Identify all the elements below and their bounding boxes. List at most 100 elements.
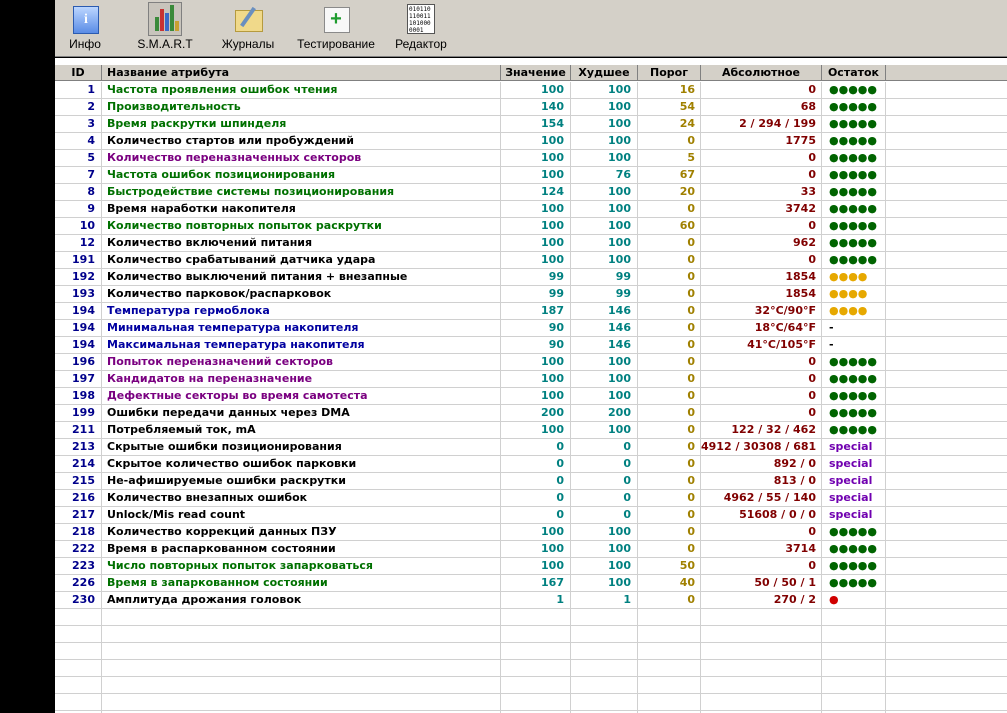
attribute-value: 100 <box>501 82 571 98</box>
attribute-raw: 122 / 32 / 462 <box>701 422 822 438</box>
attribute-threshold: 0 <box>638 303 701 319</box>
attribute-threshold: 50 <box>638 558 701 574</box>
column-header-raw[interactable]: Абсолютное <box>701 65 822 81</box>
column-header-name[interactable]: Название атрибута <box>102 65 501 81</box>
table-row[interactable]: 7 Частота ошибок позиционирования 100 76 67 0… <box>55 167 1007 184</box>
table-row[interactable]: 223 Число повторных попыток запарковаться… <box>55 558 1007 575</box>
attribute-id: 226 <box>55 575 102 591</box>
attribute-worst: 100 <box>571 575 638 591</box>
attribute-threshold: 16 <box>638 82 701 98</box>
attribute-worst: 1 <box>571 592 638 608</box>
table-row[interactable]: 193 Количество парковок/распарковок 99 99 0 1… <box>55 286 1007 303</box>
attribute-raw: 0 <box>701 371 822 387</box>
table-row[interactable]: 192 Количество выключений питания + внеза… <box>55 269 1007 286</box>
column-header-worst[interactable]: Худшее <box>571 65 638 81</box>
attribute-id: 199 <box>55 405 102 421</box>
table-row[interactable]: 191 Количество срабатываний датчика удара… <box>55 252 1007 269</box>
attribute-id: 193 <box>55 286 102 302</box>
row-filler <box>886 269 1007 285</box>
attribute-raw: 0 <box>701 405 822 421</box>
table-row[interactable]: 211 Потребляемый ток, mA 100 100 0 122 / 32 /… <box>55 422 1007 439</box>
attribute-remainder: ●●●●● <box>822 235 886 251</box>
attribute-name: Быстродействие системы позиционирования <box>102 184 501 200</box>
row-filler <box>886 116 1007 132</box>
table-row[interactable]: 4 Количество стартов или пробуждений 100 10… <box>55 133 1007 150</box>
attribute-name: Количество повторных попыток раскрутки <box>102 218 501 234</box>
table-row[interactable]: 222 Время в распаркованном состоянии 100 10… <box>55 541 1007 558</box>
testing-button-label: Тестирование <box>297 37 375 51</box>
table-row[interactable]: 5 Количество переназначенных секторов 100 1… <box>55 150 1007 167</box>
row-filler <box>886 354 1007 370</box>
table-row[interactable]: 213 Скрытые ошибки позиционирования 0 0 0 491… <box>55 439 1007 456</box>
column-header-threshold[interactable]: Порог <box>638 65 701 81</box>
table-row[interactable]: 196 Попыток переназначений секторов 100 100… <box>55 354 1007 371</box>
table-row[interactable]: 194 Минимальная температура накопителя 90 1… <box>55 320 1007 337</box>
attribute-raw: 3714 <box>701 541 822 557</box>
row-filler <box>886 99 1007 115</box>
info-button[interactable]: i Инфо <box>67 2 103 54</box>
table-row[interactable]: 199 Ошибки передачи данных через DMA 200 20… <box>55 405 1007 422</box>
table-row[interactable]: 3 Время раскрутки шпинделя 154 100 24 2 / 294… <box>55 116 1007 133</box>
attribute-value: 167 <box>501 575 571 591</box>
row-filler <box>886 133 1007 149</box>
editor-button[interactable]: 010110 110011 101000 0001 Редактор <box>392 2 450 54</box>
attribute-id: 8 <box>55 184 102 200</box>
table-row[interactable]: 1 Частота проявления ошибок чтения 100 100 1… <box>55 82 1007 99</box>
column-header-value[interactable]: Значение <box>501 65 571 81</box>
table-row[interactable]: 214 Скрытое количество ошибок парковки 0 0 0… <box>55 456 1007 473</box>
table-row[interactable]: 230 Амплитуда дрожания головок 1 1 0 270 / 2 ● <box>55 592 1007 609</box>
row-filler <box>886 456 1007 472</box>
attribute-value: 100 <box>501 218 571 234</box>
table-row[interactable]: 226 Время в запаркованном состоянии 167 100… <box>55 575 1007 592</box>
attribute-id: 215 <box>55 473 102 489</box>
table-row[interactable]: 194 Максимальная температура накопителя 90… <box>55 337 1007 354</box>
attribute-name: Скрытые ошибки позиционирования <box>102 439 501 455</box>
attribute-name: Максимальная температура накопителя <box>102 337 501 353</box>
row-filler <box>886 82 1007 98</box>
attribute-threshold: 0 <box>638 473 701 489</box>
table-row[interactable]: 218 Количество коррекций данных ПЗУ 100 100… <box>55 524 1007 541</box>
attribute-threshold: 40 <box>638 575 701 591</box>
attribute-name: Время в распаркованном состоянии <box>102 541 501 557</box>
table-row[interactable]: 194 Температура гермоблока 187 146 0 32°C/90°… <box>55 303 1007 320</box>
attribute-worst: 0 <box>571 473 638 489</box>
table-row[interactable]: 215 Не-афишируемые ошибки раскрутки 0 0 0 813… <box>55 473 1007 490</box>
table-row[interactable]: 10 Количество повторных попыток раскрутки… <box>55 218 1007 235</box>
table-row[interactable]: 197 Кандидатов на переназначение 100 100 0 0 ●… <box>55 371 1007 388</box>
attribute-name: Кандидатов на переназначение <box>102 371 501 387</box>
attribute-name: Unlock/Mis read count <box>102 507 501 523</box>
attribute-name: Скрытое количество ошибок парковки <box>102 456 501 472</box>
info-button-label: Инфо <box>69 37 101 51</box>
smart-button[interactable]: S.M.A.R.T <box>135 2 195 54</box>
journals-button[interactable]: Журналы <box>220 2 276 54</box>
table-row[interactable]: 2 Производительность 140 100 54 68 ●●●●● <box>55 99 1007 116</box>
attribute-raw: 1775 <box>701 133 822 149</box>
attribute-remainder: ●●●●● <box>822 82 886 98</box>
editor-button-label: Редактор <box>395 37 447 51</box>
table-row[interactable]: 216 Количество внезапных ошибок 0 0 0 4962 / … <box>55 490 1007 507</box>
attribute-id: 12 <box>55 235 102 251</box>
attribute-name: Не-афишируемые ошибки раскрутки <box>102 473 501 489</box>
attribute-raw: 1854 <box>701 269 822 285</box>
column-header-id[interactable]: ID <box>55 65 102 81</box>
attribute-id: 194 <box>55 303 102 319</box>
column-header-remainder[interactable]: Остаток <box>822 65 886 81</box>
table-row[interactable]: 198 Дефектные секторы во время самотеста 1… <box>55 388 1007 405</box>
attribute-value: 100 <box>501 422 571 438</box>
attribute-threshold: 0 <box>638 405 701 421</box>
table-row[interactable]: 9 Время наработки накопителя 100 100 0 3742 ●●… <box>55 201 1007 218</box>
attribute-raw: 0 <box>701 218 822 234</box>
attribute-worst: 146 <box>571 337 638 353</box>
testing-button[interactable]: + Тестирование <box>295 2 377 54</box>
left-window-edge <box>0 0 55 713</box>
attribute-value: 0 <box>501 473 571 489</box>
table-row[interactable]: 217 Unlock/Mis read count 0 0 0 51608 / 0 / 0… <box>55 507 1007 524</box>
attribute-remainder: ●●●●● <box>822 99 886 115</box>
table-row[interactable]: 8 Быстродействие системы позиционирования… <box>55 184 1007 201</box>
attribute-raw: 18°C/64°F <box>701 320 822 336</box>
attribute-name: Потребляемый ток, mA <box>102 422 501 438</box>
attribute-remainder: ●●●●● <box>822 541 886 557</box>
smart-chart-icon <box>148 2 182 36</box>
table-row[interactable]: 12 Количество включений питания 100 100 0 962… <box>55 235 1007 252</box>
attribute-remainder: ●●●●● <box>822 133 886 149</box>
